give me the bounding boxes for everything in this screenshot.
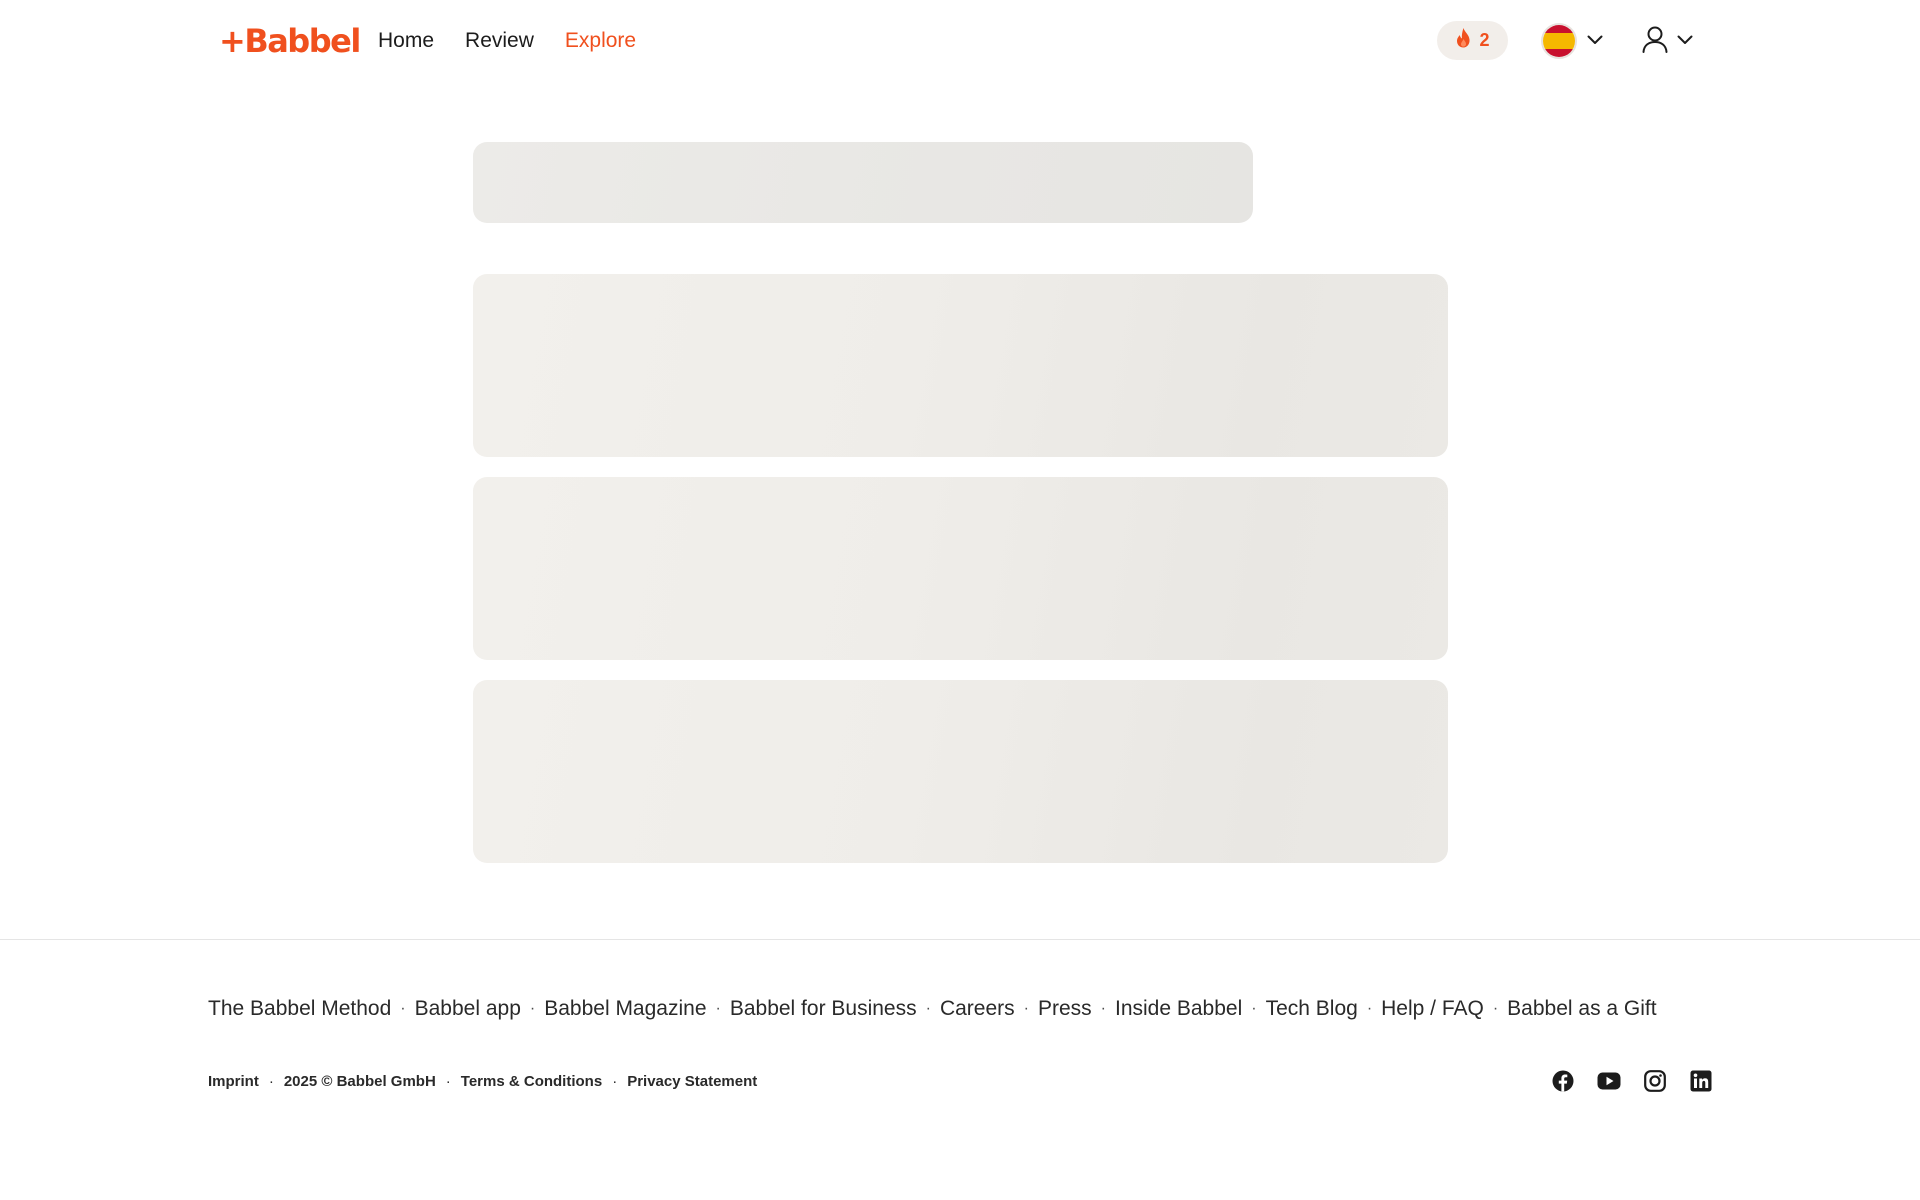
language-selector[interactable] — [1541, 22, 1603, 60]
copyright-text: 2025 © Babbel GmbH — [283, 1072, 436, 1090]
user-menu[interactable] — [1641, 22, 1693, 60]
footer-link-tech-blog[interactable]: Tech Blog — [1266, 997, 1358, 1021]
youtube-icon[interactable] — [1596, 1068, 1622, 1094]
footer-link-help-faq[interactable]: Help / FAQ — [1381, 997, 1484, 1021]
streak-badge[interactable]: 2 — [1437, 21, 1508, 60]
separator: · — [1100, 1000, 1106, 1017]
main-nav: Home Review Explore — [378, 24, 636, 58]
footer-legal: Imprint · 2025 © Babbel GmbH · Terms & C… — [208, 1070, 757, 1092]
skeleton-card-placeholder — [473, 274, 1448, 457]
separator: · — [1023, 1000, 1029, 1017]
footer-link-inside-babbel[interactable]: Inside Babbel — [1115, 997, 1242, 1021]
facebook-icon[interactable] — [1550, 1068, 1576, 1094]
spain-flag-icon — [1541, 23, 1577, 59]
nav-review[interactable]: Review — [465, 24, 534, 58]
footer-links: The Babbel Method · Babbel app · Babbel … — [208, 992, 1657, 1026]
separator: · — [268, 1072, 274, 1090]
footer-link-babbel-method[interactable]: The Babbel Method — [208, 997, 391, 1021]
footer-divider — [0, 939, 1920, 940]
footer-link-babbel-magazine[interactable]: Babbel Magazine — [544, 997, 706, 1021]
separator: · — [715, 1000, 721, 1017]
nav-explore[interactable]: Explore — [565, 24, 636, 58]
logo-text: +Babbel — [219, 22, 361, 60]
separator: · — [1251, 1000, 1257, 1017]
separator: · — [1492, 1000, 1499, 1017]
separator: · — [1366, 1000, 1373, 1017]
babbel-logo[interactable]: +Babbel — [219, 22, 361, 60]
skeleton-title-placeholder — [473, 142, 1253, 223]
footer-link-press[interactable]: Press — [1038, 997, 1092, 1021]
social-links — [1550, 1068, 1714, 1094]
top-navigation: +Babbel Home Review Explore 2 — [0, 0, 1920, 82]
separator: · — [612, 1072, 618, 1090]
footer-link-babbel-as-gift[interactable]: Babbel as a Gift — [1507, 997, 1656, 1021]
separator: · — [400, 1000, 406, 1017]
footer-link-babbel-app[interactable]: Babbel app — [415, 997, 521, 1021]
chevron-down-icon — [1587, 32, 1603, 50]
separator: · — [445, 1072, 451, 1090]
footer-link-babbel-for-business[interactable]: Babbel for Business — [730, 997, 917, 1021]
footer-privacy-link[interactable]: Privacy Statement — [627, 1073, 757, 1090]
separator: · — [529, 1000, 536, 1017]
separator: · — [925, 1000, 931, 1017]
nav-home[interactable]: Home — [378, 24, 434, 58]
instagram-icon[interactable] — [1642, 1068, 1668, 1094]
chevron-down-icon — [1677, 32, 1693, 50]
footer-terms-link[interactable]: Terms & Conditions — [461, 1073, 602, 1090]
flame-icon — [1455, 28, 1472, 53]
footer-link-careers[interactable]: Careers — [940, 997, 1015, 1021]
skeleton-card-placeholder — [473, 680, 1448, 863]
linkedin-icon[interactable] — [1688, 1068, 1714, 1094]
footer-imprint-link[interactable]: Imprint — [208, 1073, 259, 1090]
user-icon — [1641, 25, 1669, 58]
skeleton-card-placeholder — [473, 477, 1448, 660]
streak-count: 2 — [1479, 30, 1490, 50]
